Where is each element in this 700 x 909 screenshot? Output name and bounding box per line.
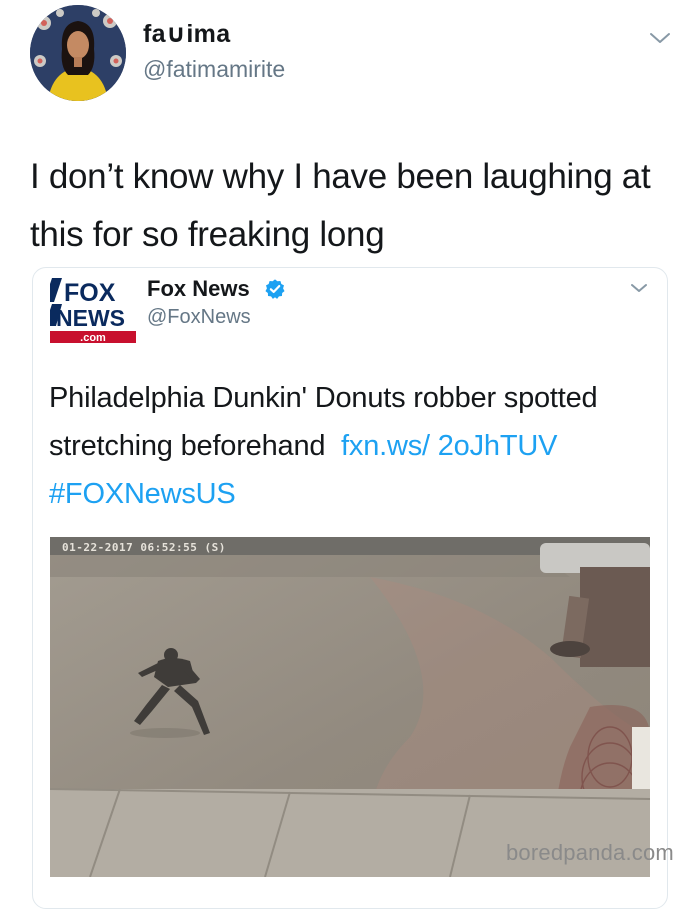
short-link[interactable]: fxn.ws/ 2oJhTUV bbox=[341, 430, 557, 462]
fox-news-logo[interactable]: FOX NEWS .com bbox=[50, 276, 136, 344]
cctv-scene bbox=[50, 537, 650, 877]
avatar-image bbox=[30, 5, 126, 101]
avatar[interactable] bbox=[30, 5, 126, 101]
tweet: fa∪ima @fatimamirite I don’t know why I … bbox=[0, 0, 700, 909]
fox-logo-bottom: NEWS bbox=[56, 305, 125, 331]
cctv-video-still[interactable]: 01-22-2017 06:52:55 (S) bbox=[50, 537, 650, 877]
quoted-tweet-card[interactable]: FOX NEWS .com Fox News @FoxNews Philadel… bbox=[32, 267, 668, 909]
chevron-down-icon[interactable] bbox=[629, 281, 649, 295]
quoted-display-name[interactable]: Fox News bbox=[147, 276, 250, 302]
chevron-down-icon[interactable] bbox=[648, 30, 672, 46]
display-name[interactable]: fa∪ima bbox=[143, 19, 230, 49]
fox-logo-top: FOX bbox=[64, 279, 116, 307]
video-timestamp: 01-22-2017 06:52:55 (S) bbox=[62, 541, 226, 554]
fox-logo-domain: .com bbox=[80, 332, 106, 344]
watermark: boredpanda.com bbox=[506, 840, 674, 865]
tweet-text: I don’t know why I have been laughing at… bbox=[30, 157, 651, 254]
username-handle[interactable]: @fatimamirite bbox=[143, 56, 285, 83]
quoted-tweet-text: Philadelphia Dunkin' Donuts robber spott… bbox=[49, 374, 649, 518]
verified-badge-icon bbox=[265, 279, 285, 299]
quoted-username-handle[interactable]: @FoxNews bbox=[147, 306, 251, 329]
hashtag-link[interactable]: #FOXNewsUS bbox=[49, 478, 236, 510]
